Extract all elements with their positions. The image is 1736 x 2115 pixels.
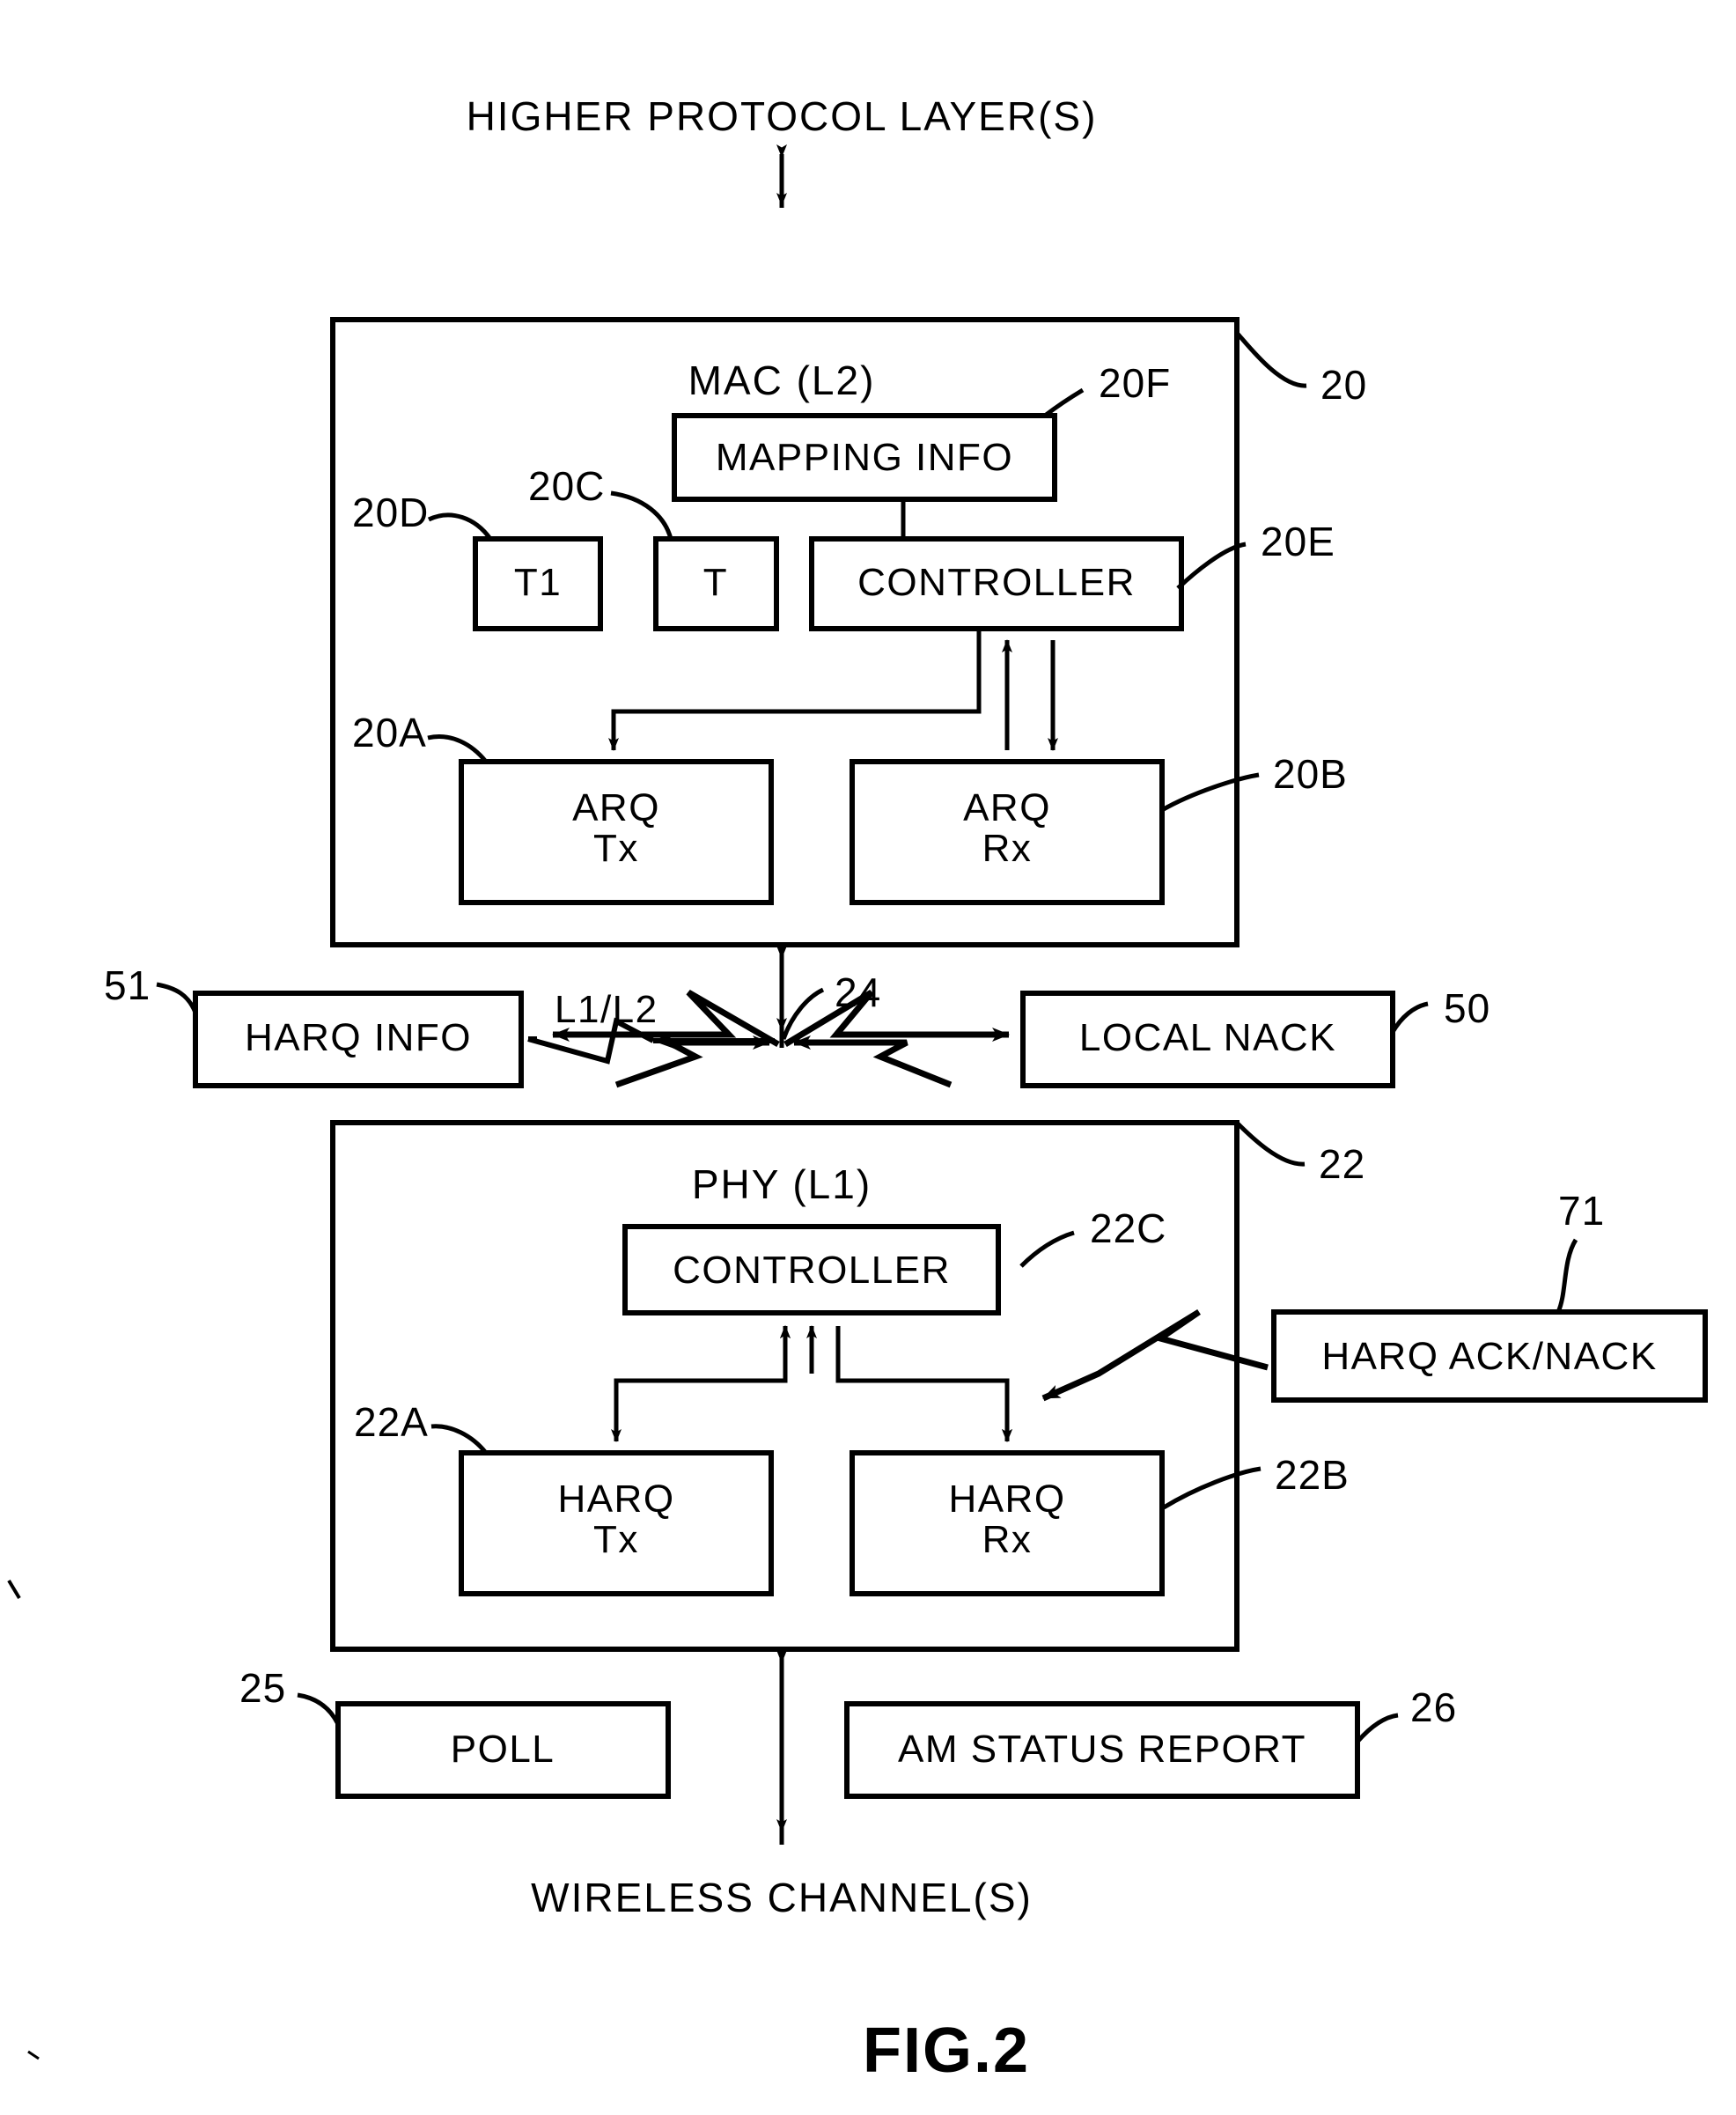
ref-20E: 20E bbox=[1261, 519, 1335, 564]
arq-tx-block: ARQ Tx bbox=[572, 786, 660, 871]
ref-20F: 20F bbox=[1099, 360, 1172, 406]
arq-rx-line1: ARQ bbox=[963, 786, 1051, 829]
harq-tx-block: HARQ Tx bbox=[557, 1478, 675, 1562]
harq-rx-line1: HARQ bbox=[948, 1478, 1066, 1521]
ref-20C: 20C bbox=[528, 463, 606, 509]
ref-71: 71 bbox=[1558, 1188, 1606, 1234]
am-status-report-block: AM STATUS REPORT bbox=[897, 1728, 1307, 1771]
poll-block: POLL bbox=[450, 1728, 555, 1771]
mapping-info-block: MAPPING INFO bbox=[715, 436, 1014, 479]
arq-rx-block: ARQ Rx bbox=[963, 786, 1051, 871]
higher-protocol-layer-label: HIGHER PROTOCOL LAYER(S) bbox=[466, 93, 1098, 139]
ref-20B: 20B bbox=[1273, 751, 1348, 797]
harq-tx-line1: HARQ bbox=[557, 1478, 675, 1521]
wireless-channel-label: WIRELESS CHANNEL(S) bbox=[531, 1875, 1033, 1920]
mac-layer-title: MAC (L2) bbox=[688, 357, 876, 403]
local-nack-block: LOCAL NACK bbox=[1078, 1016, 1337, 1059]
ref-20D: 20D bbox=[352, 490, 430, 535]
arq-rx-line2: Rx bbox=[982, 827, 1033, 871]
ref-25: 25 bbox=[239, 1665, 287, 1711]
arq-tx-line1: ARQ bbox=[572, 786, 660, 829]
harq-tx-line2: Tx bbox=[593, 1518, 639, 1562]
ref-50: 50 bbox=[1444, 985, 1491, 1031]
ref-22B: 22B bbox=[1275, 1452, 1350, 1498]
phy-layer-title: PHY (L1) bbox=[691, 1161, 872, 1207]
arq-tx-line2: Tx bbox=[593, 827, 639, 871]
ref-20: 20 bbox=[1320, 362, 1368, 408]
l1-l2-interface-label: L1/L2 bbox=[555, 988, 658, 1031]
ref-22: 22 bbox=[1319, 1141, 1366, 1187]
ref-22C: 22C bbox=[1090, 1205, 1167, 1251]
ref-26: 26 bbox=[1410, 1684, 1458, 1730]
ref-24: 24 bbox=[835, 969, 882, 1015]
figure-number-label: FIG.2 bbox=[862, 2016, 1031, 2086]
ref-22A: 22A bbox=[354, 1399, 429, 1445]
patent-figure-page: HIGHER PROTOCOL LAYER(S) MAC (L2) 20 MAP… bbox=[0, 0, 1736, 2115]
harq-info-block: HARQ INFO bbox=[245, 1016, 472, 1059]
t1-timer-block: T1 bbox=[513, 561, 563, 604]
ref-20A: 20A bbox=[352, 710, 427, 755]
ref-51: 51 bbox=[104, 962, 151, 1008]
harq-rx-block: HARQ Rx bbox=[948, 1478, 1066, 1562]
t-timer-block: T bbox=[702, 561, 729, 604]
harq-ack-nack-block: HARQ ACK/NACK bbox=[1321, 1335, 1658, 1378]
mac-controller-block: CONTROLLER bbox=[857, 561, 1136, 604]
harq-rx-line2: Rx bbox=[982, 1518, 1033, 1562]
phy-controller-block: CONTROLLER bbox=[673, 1249, 951, 1292]
